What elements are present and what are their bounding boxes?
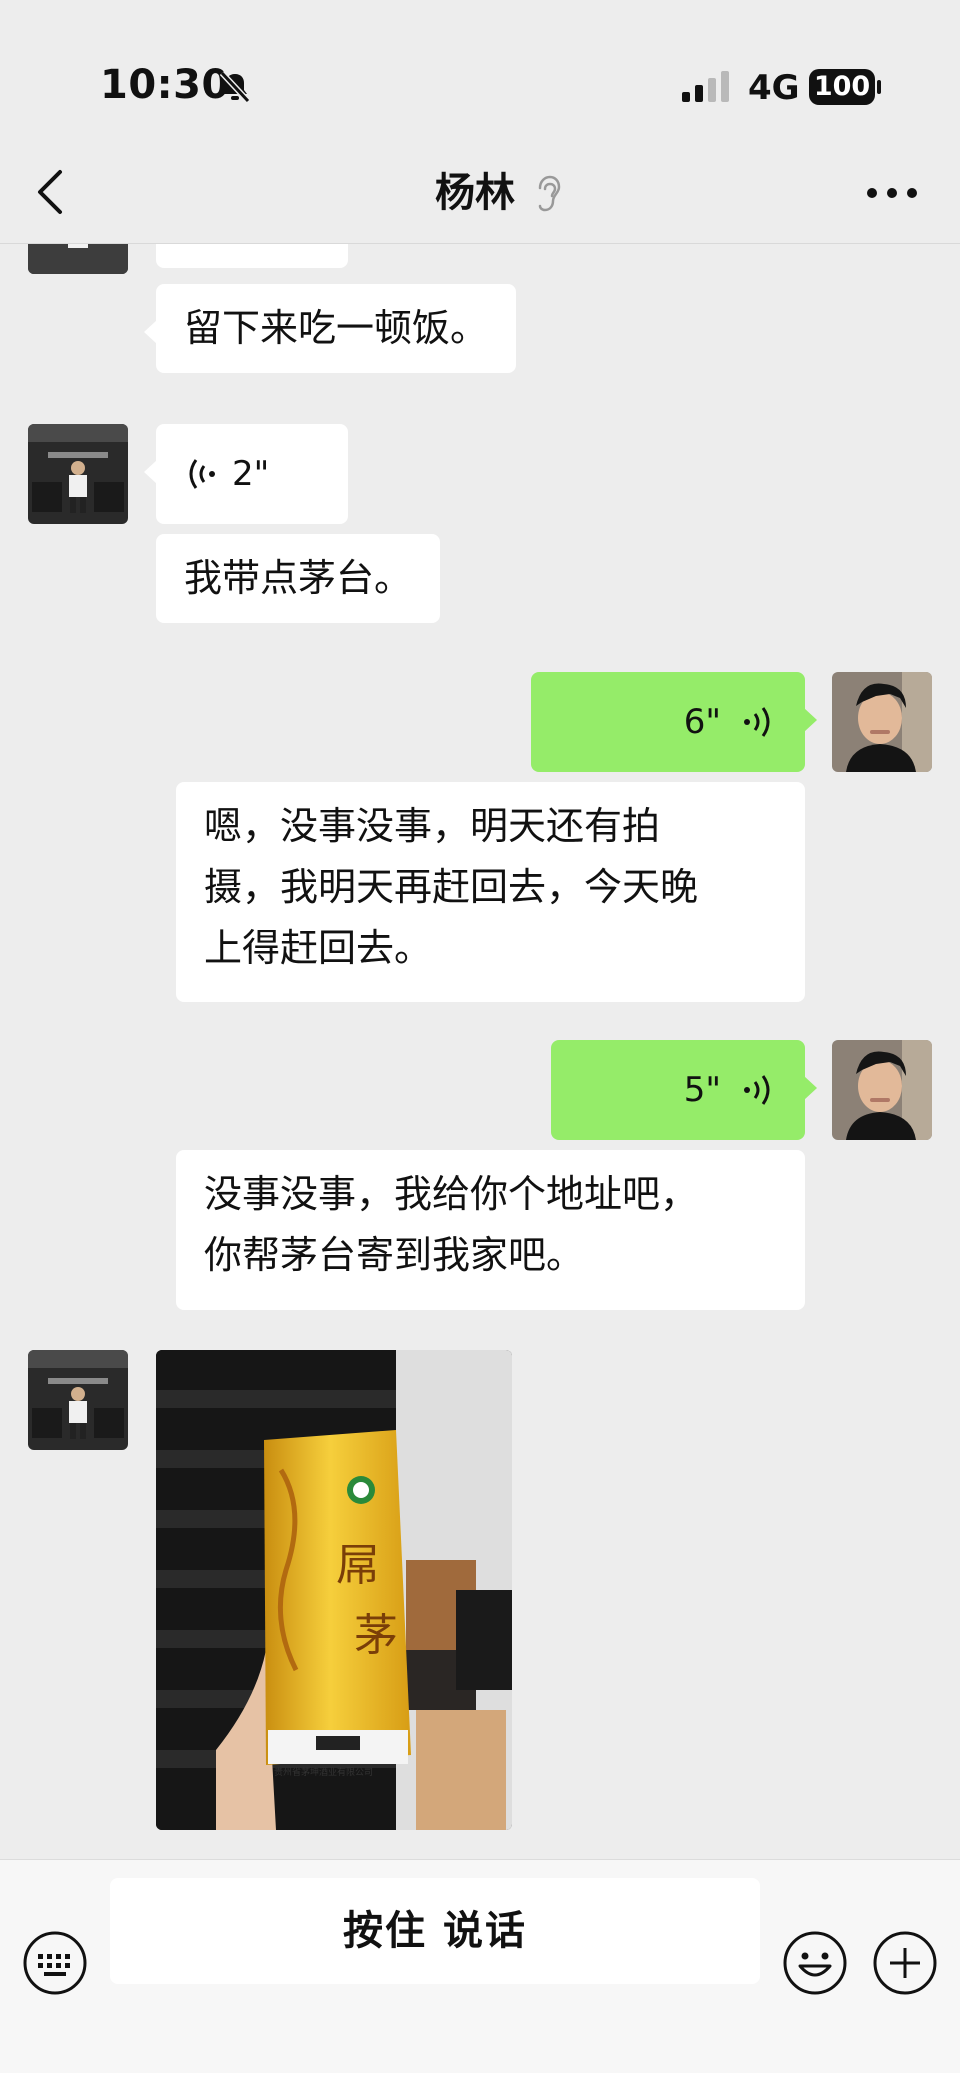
chat-area[interactable]: 留下来吃一顿饭。 2" 我带点茅台。 6" 嗯，没事没事，明天还有拍 摄，我明天… (0, 244, 960, 1859)
voice-message[interactable]: 2" (144, 424, 348, 524)
voice-message-sent[interactable]: 5" (551, 1040, 817, 1140)
voice-wave-icon (189, 459, 215, 489)
contact-avatar[interactable] (28, 424, 128, 524)
bottle-character: 屌 (336, 1540, 380, 1591)
voice-duration: 5" (683, 1069, 721, 1110)
chat-title: 杨林 (435, 170, 515, 216)
battery-level: 100 (813, 71, 871, 102)
voice-message-sent[interactable]: 6" (531, 672, 817, 772)
hold-to-talk-button[interactable]: 按住 说话 (110, 1878, 760, 1984)
message-text: 留下来吃一顿饭。 (184, 306, 489, 350)
back-icon[interactable] (32, 166, 72, 218)
voice-duration: 6" (683, 701, 721, 742)
bell-slash-icon (219, 70, 251, 104)
status-bar: 10:30 4G 100 (0, 0, 960, 140)
signal-icon (682, 71, 729, 102)
voice-wave-icon (744, 707, 770, 737)
message-bubble[interactable]: 留下来吃一顿饭。 (143, 284, 517, 373)
voice-transcript[interactable]: 没事没事，我给你个地址吧， 你帮茅台寄到我家吧。 (176, 1150, 805, 1310)
emoji-icon[interactable] (782, 1930, 848, 1996)
transcript-line: 没事没事，我给你个地址吧， (204, 1172, 699, 1216)
message-bubble[interactable]: 我带点茅台。 (156, 534, 441, 623)
nav-bar: 杨林 (0, 140, 960, 244)
my-avatar[interactable] (832, 672, 932, 772)
transcript-line: 你帮茅台寄到我家吧。 (204, 1233, 585, 1277)
my-avatar[interactable] (832, 1040, 932, 1140)
voice-transcript[interactable]: 嗯，没事没事，明天还有拍 摄，我明天再赶回去，今天晚 上得赶回去。 (176, 782, 805, 1002)
status-time: 10:30 (100, 62, 230, 108)
photo-bottle: 屌 茅 贵州省茅坤酒业有限公司 (156, 1350, 512, 1830)
bottle-character: 茅 (354, 1610, 398, 1661)
contact-avatar[interactable] (28, 244, 128, 274)
image-message[interactable]: 屌 茅 贵州省茅坤酒业有限公司 (156, 1350, 512, 1830)
contact-avatar[interactable] (28, 1350, 128, 1450)
transcript-line: 嗯，没事没事，明天还有拍 (204, 804, 661, 848)
transcript-line: 摄，我明天再赶回去，今天晚 (204, 865, 699, 909)
voice-wave-icon (744, 1075, 770, 1105)
ear-icon (538, 175, 561, 212)
bottle-footer: 贵州省茅坤酒业有限公司 (274, 1766, 373, 1778)
keyboard-icon[interactable] (22, 1930, 88, 1996)
transcript-line: 上得赶回去。 (204, 926, 433, 970)
message-bubble-partial[interactable] (156, 244, 348, 268)
input-bar: 按住 说话 (0, 1859, 960, 2073)
plus-icon[interactable] (872, 1930, 938, 1996)
message-text: 我带点茅台。 (184, 556, 413, 600)
more-icon[interactable] (862, 168, 922, 218)
voice-duration: 2" (232, 453, 270, 494)
network-label: 4G (748, 68, 800, 108)
